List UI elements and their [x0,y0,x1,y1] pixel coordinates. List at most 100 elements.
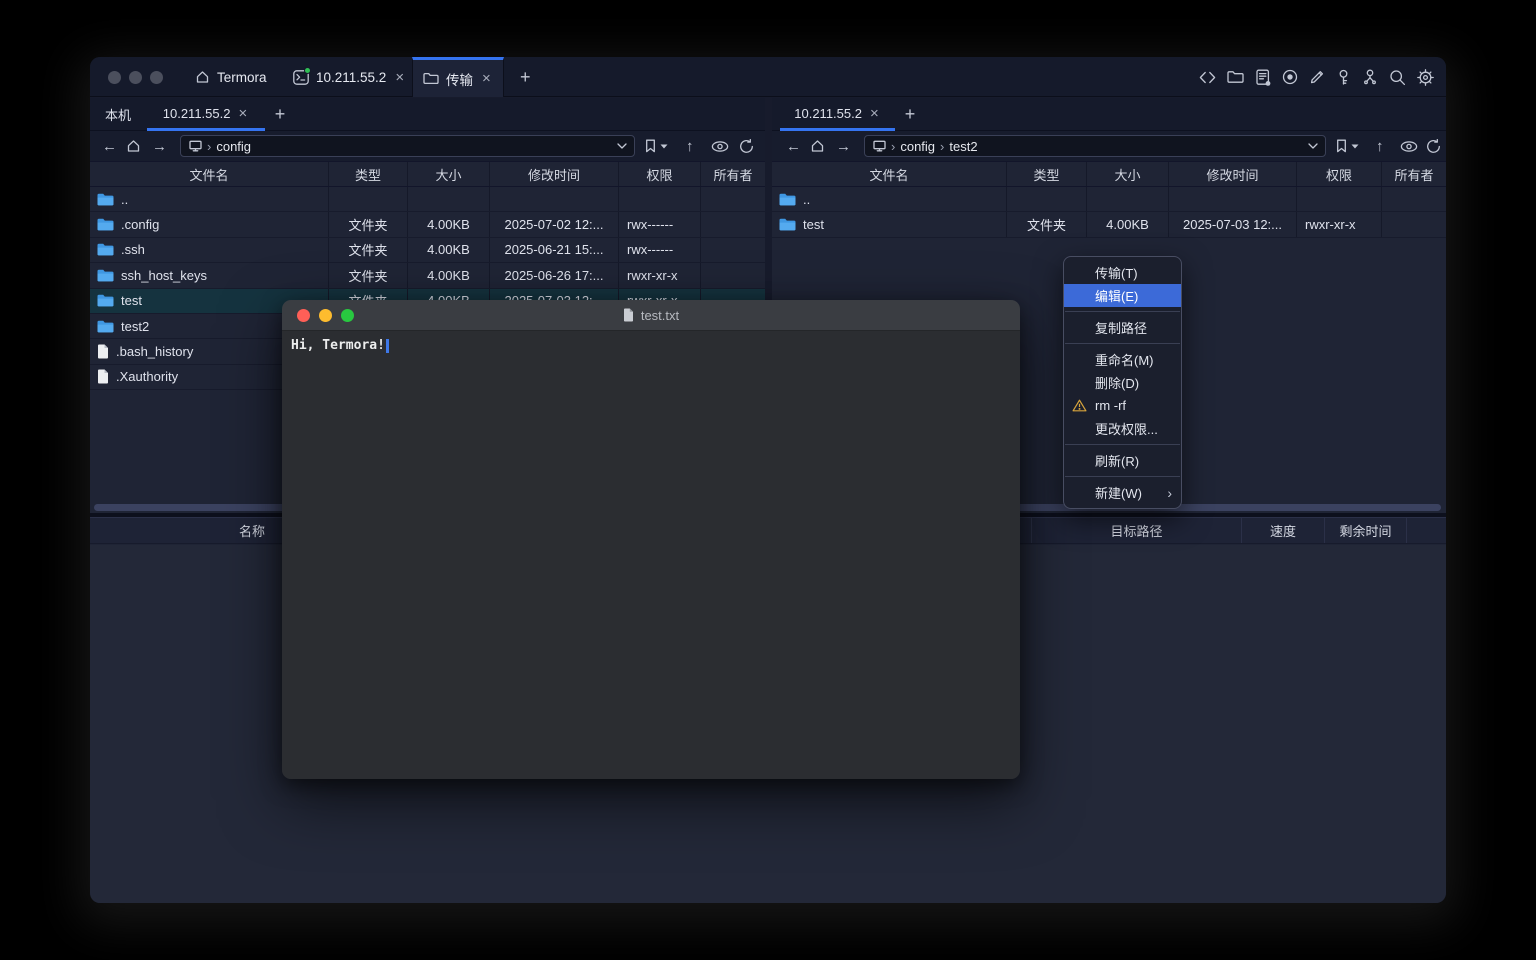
keys-icon[interactable] [1362,69,1378,85]
column-header[interactable]: 所有者 [1382,162,1446,186]
bookmark-caret-icon[interactable] [1351,144,1359,149]
column-header[interactable]: 目标路径 [1032,518,1242,543]
column-header[interactable]: 修改时间 [490,162,619,186]
bookmark-button[interactable] [645,139,656,153]
editor-minimize-button[interactable] [319,309,332,322]
menu-item-copy-path[interactable]: 复制路径 [1064,316,1181,339]
code-icon[interactable] [1199,70,1216,85]
upload-button[interactable]: ↑ [1376,131,1384,161]
file-name: .bash_history [116,344,193,359]
log-icon[interactable] [1255,69,1271,86]
path-bar[interactable]: › config › test2 [864,135,1326,157]
menu-separator [1065,476,1180,477]
column-header[interactable]: 类型 [1007,162,1087,186]
tab-host-session[interactable]: 10.211.55.2 × [283,57,416,97]
path-segment[interactable]: config [900,139,935,154]
table-row[interactable]: ssh_host_keys 文件夹 4.00KB 2025-06-26 17:.… [90,263,765,288]
column-header[interactable]: 文件名 [90,162,329,186]
refresh-button[interactable] [1426,139,1441,154]
column-header[interactable]: 大小 [1087,162,1169,186]
bookmark-caret-icon[interactable] [660,144,668,149]
warning-icon [1072,399,1087,415]
editor-close-button[interactable] [297,309,310,322]
editor-content[interactable]: Hi, Termora! [282,331,1020,779]
tab-remote-host[interactable]: 10.211.55.2 × [147,98,265,131]
tab-transfer[interactable]: 传输 × [412,57,504,97]
path-separator: › [207,139,211,154]
pencil-icon[interactable] [1309,69,1325,85]
chevron-down-icon[interactable] [1308,143,1318,149]
right-table-header[interactable]: 文件名 类型 大小 修改时间 权限 所有者 [772,161,1446,187]
plus-icon: + [905,104,916,125]
upload-button[interactable]: ↑ [686,131,694,161]
column-header[interactable]: 文件名 [772,162,1007,186]
bookmark-button[interactable] [1336,139,1347,153]
table-row[interactable]: .. [772,187,1446,212]
table-row[interactable]: .config 文件夹 4.00KB 2025-07-02 12:... rwx… [90,212,765,237]
file-name: .. [803,192,810,207]
file-name: .Xauthority [116,369,178,384]
refresh-button[interactable] [739,139,754,154]
menu-item-new[interactable]: 新建(W) › [1064,481,1181,504]
menu-item-transfer[interactable]: 传输(T) [1064,261,1181,284]
show-hidden-button[interactable] [711,141,729,152]
close-icon[interactable]: × [393,70,406,85]
editor-zoom-button[interactable] [341,309,354,322]
folder-icon [779,193,796,206]
zoom-window-button[interactable] [150,71,163,84]
menu-item-edit[interactable]: 编辑(E) [1064,284,1181,307]
right-new-tab-button[interactable]: + [900,98,920,131]
show-hidden-button[interactable] [1400,141,1418,152]
back-button[interactable]: ← [786,131,801,161]
column-header[interactable]: 修改时间 [1169,162,1297,186]
close-icon[interactable]: × [236,106,249,121]
menu-item-refresh[interactable]: 刷新(R) [1064,449,1181,472]
column-header[interactable]: 所有者 [701,162,765,186]
column-header[interactable]: 权限 [619,162,701,186]
context-menu: 传输(T) 编辑(E) 复制路径 重命名(M) 删除(D) rm -rf 更改权… [1063,256,1182,509]
minimize-window-button[interactable] [129,71,142,84]
new-tab-button[interactable]: + [510,57,541,97]
column-header[interactable]: 剩余时间 [1325,518,1407,543]
forward-button[interactable]: → [836,131,851,161]
close-window-button[interactable] [108,71,121,84]
back-button[interactable]: ← [102,131,117,161]
record-icon[interactable] [1282,69,1298,85]
path-segment[interactable]: test2 [949,139,977,154]
tab-label: Termora [217,70,267,85]
tab-termora[interactable]: Termora [185,57,277,97]
home-button[interactable] [810,139,825,153]
close-icon[interactable]: × [480,71,493,86]
column-header[interactable]: 大小 [408,162,490,186]
menu-item-delete[interactable]: 删除(D) [1064,371,1181,394]
tab-label: 本机 [105,105,131,124]
path-segment[interactable]: config [216,139,251,154]
column-header[interactable]: 速度 [1242,518,1325,543]
search-icon[interactable] [1389,69,1406,86]
tab-label: 传输 [446,69,473,89]
column-header[interactable] [1407,518,1446,543]
forward-button[interactable]: → [152,131,167,161]
folder-icon [423,72,439,85]
left-new-tab-button[interactable]: + [270,98,290,131]
home-button[interactable] [126,139,141,153]
chevron-down-icon[interactable] [617,143,627,149]
column-header[interactable]: 权限 [1297,162,1382,186]
menu-item-change-permissions[interactable]: 更改权限... [1064,417,1181,440]
table-row[interactable]: test 文件夹 4.00KB 2025-07-03 12:... rwxr-x… [772,212,1446,237]
editor-titlebar[interactable]: test.txt [282,300,1020,331]
close-icon[interactable]: × [868,106,881,121]
tab-remote-host[interactable]: 10.211.55.2 × [780,98,895,131]
table-row[interactable]: .. [90,187,765,212]
menu-item-rm-rf[interactable]: rm -rf [1064,394,1181,417]
table-row[interactable]: .ssh 文件夹 4.00KB 2025-06-21 15:... rwx---… [90,238,765,263]
menu-item-rename[interactable]: 重命名(M) [1064,348,1181,371]
settings-icon[interactable] [1417,69,1434,86]
tab-label: 10.211.55.2 [163,106,231,121]
path-bar[interactable]: › config [180,135,635,157]
column-header[interactable]: 类型 [329,162,408,186]
key-icon[interactable] [1336,69,1351,86]
left-table-header[interactable]: 文件名 类型 大小 修改时间 权限 所有者 [90,161,765,187]
folder-icon[interactable] [1227,70,1244,84]
tab-local[interactable]: 本机 [95,98,141,131]
